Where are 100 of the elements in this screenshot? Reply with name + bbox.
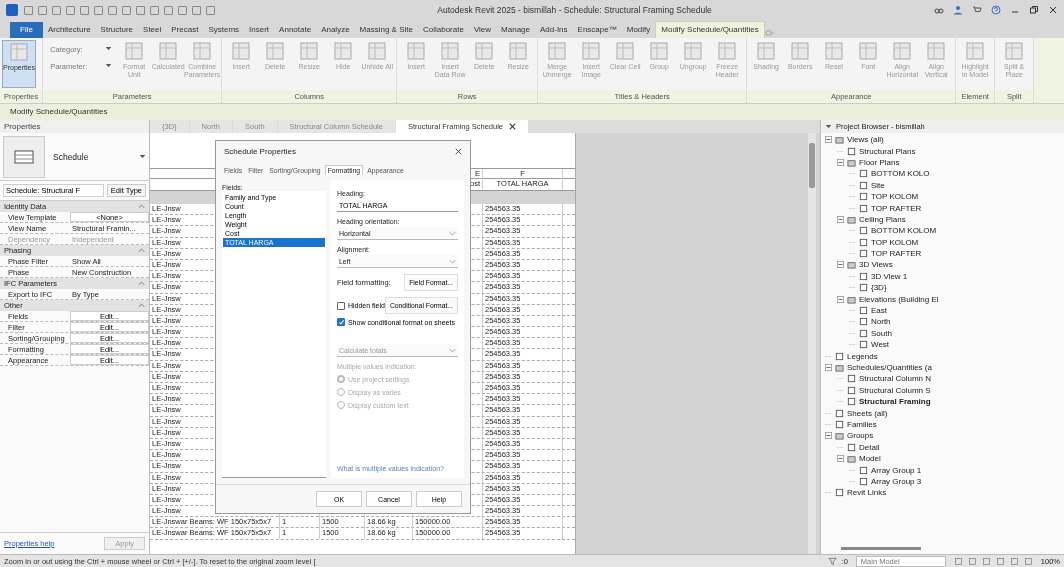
table-icon (333, 41, 354, 61)
folder-icon (835, 135, 844, 145)
tree-item[interactable]: TOP KOLOM (849, 236, 1060, 248)
tree-item[interactable]: Structural Framing (837, 396, 1060, 408)
table-icon (158, 41, 179, 61)
tree-item[interactable]: Views (all) (825, 134, 1060, 146)
ribbon-tab[interactable]: Modify (621, 22, 656, 38)
tree-item[interactable]: Structural Column S (837, 384, 1060, 396)
type-selector[interactable]: Schedule (0, 133, 149, 181)
table-icon (756, 41, 777, 61)
context-label: Modify Schedule/Quantities (10, 107, 108, 116)
table-icon (615, 41, 636, 61)
binoculars-icon[interactable] (934, 5, 944, 15)
collapse-icon[interactable] (825, 432, 832, 440)
ribbon-tab[interactable]: Insert (244, 22, 275, 38)
view-icon (847, 442, 856, 452)
tree-item[interactable]: TOP RAFTER (849, 247, 1060, 260)
ribbon-tab[interactable]: Precast (166, 22, 204, 38)
table-icon (440, 41, 461, 61)
ribbon-tab[interactable]: Structure (95, 22, 139, 38)
folder-icon (847, 294, 856, 304)
collapse-icon[interactable] (837, 261, 844, 269)
tree-item[interactable]: Array Group 3 (849, 475, 1060, 488)
tree-item[interactable]: Ceiling Plans (837, 213, 1060, 226)
tree-item[interactable]: Families (825, 418, 1060, 431)
tree-item[interactable]: BOTTOM KOLOM (849, 225, 1060, 237)
collapse-icon[interactable] (837, 455, 844, 463)
ribbon-tab[interactable]: File (10, 22, 43, 38)
close-icon[interactable] (509, 123, 516, 130)
table-icon (192, 41, 213, 61)
collapse-icon[interactable] (825, 123, 832, 130)
tree-item[interactable]: TOP KOLOM (849, 190, 1060, 203)
tree-item[interactable]: Revit Links (825, 487, 1060, 499)
collapse-icon[interactable] (837, 158, 844, 166)
table-icon (892, 41, 913, 61)
tree-item[interactable]: Model (837, 452, 1060, 465)
table-icon (406, 41, 427, 61)
help-icon[interactable] (991, 5, 1001, 15)
tree-item[interactable]: 3D Views (837, 259, 1060, 271)
chevron-icon (449, 346, 456, 354)
tree-item[interactable]: Schedules/Quantities (a (825, 361, 1060, 374)
tree-item[interactable]: West (849, 339, 1060, 351)
table-icon (824, 41, 845, 61)
cart-icon[interactable] (972, 5, 982, 15)
tree-item[interactable]: Detail (837, 441, 1060, 453)
dialog-title: Schedule Properties (224, 146, 297, 156)
filter-icon[interactable] (827, 556, 837, 566)
tree-item[interactable]: TOP RAFTER (849, 202, 1060, 214)
tree-item[interactable]: Elevations (Building El (837, 293, 1060, 305)
panel-title: Properties (0, 120, 149, 133)
ribbon-tab[interactable]: Add-Ins (535, 22, 573, 38)
ribbon-tab[interactable]: Manage (496, 22, 535, 38)
restore-icon[interactable] (1029, 5, 1039, 15)
tree-item[interactable]: North (849, 316, 1060, 328)
dropdown-icon[interactable] (764, 28, 775, 38)
tree-item[interactable]: Sheets (all) (825, 407, 1060, 419)
tree-item[interactable]: Groups (825, 430, 1060, 442)
tree-item[interactable]: Array Group 1 (849, 464, 1060, 476)
ribbon-tab[interactable]: View (468, 22, 497, 38)
ribbon-tab[interactable]: Annotate (274, 22, 317, 38)
table-icon (1004, 41, 1025, 61)
table-icon (9, 42, 29, 62)
scrollbar-thumb[interactable] (841, 547, 921, 550)
folder-icon (847, 214, 856, 224)
tree-item[interactable]: Floor Plans (837, 156, 1060, 169)
app-logo-icon[interactable] (6, 4, 18, 16)
close-icon[interactable] (1048, 5, 1058, 15)
ribbon-tab[interactable]: Steel (138, 22, 167, 38)
tree-item[interactable]: Legends (825, 350, 1060, 362)
collapse-icon[interactable] (825, 136, 832, 144)
table-icon (581, 41, 602, 61)
folder-icon (847, 260, 856, 270)
caret-icon (105, 62, 113, 69)
ribbon-tab[interactable]: Modify Schedule/Quantities (655, 21, 765, 38)
scrollbar[interactable] (808, 133, 816, 554)
table-icon (649, 41, 670, 61)
ribbon-tab[interactable]: Enscape™ (572, 22, 622, 38)
collapse-icon[interactable] (837, 215, 844, 223)
table-icon (231, 41, 252, 61)
ribbon-tab[interactable]: Architecture (42, 22, 96, 38)
tree-item[interactable]: Structural Plans (837, 145, 1060, 157)
ribbon-tab[interactable]: Massing & Site (354, 22, 418, 38)
table-icon (265, 41, 286, 61)
ribbon-tab[interactable]: Analyze (316, 22, 355, 38)
view-icon (847, 146, 856, 156)
user-icon[interactable] (953, 5, 963, 15)
scrollbar-thumb[interactable] (809, 143, 815, 188)
tree-item[interactable]: 3D View 1 (849, 270, 1060, 283)
tree-item[interactable]: Site (849, 179, 1060, 191)
tree-item[interactable]: Structural Column N (837, 373, 1060, 385)
ribbon-tab[interactable]: Collaborate (417, 22, 469, 38)
ribbon-tab[interactable]: Systems (203, 22, 245, 38)
tree-item[interactable]: South (849, 327, 1060, 340)
tree-item[interactable]: East (849, 304, 1060, 317)
collapse-icon[interactable] (825, 364, 832, 371)
chevron-icon (449, 229, 456, 237)
collapse-icon[interactable] (837, 295, 844, 303)
tree-item[interactable]: BOTTOM KOLO (849, 168, 1060, 180)
table-icon (367, 41, 388, 61)
tree-item[interactable]: {3D} (849, 282, 1060, 294)
